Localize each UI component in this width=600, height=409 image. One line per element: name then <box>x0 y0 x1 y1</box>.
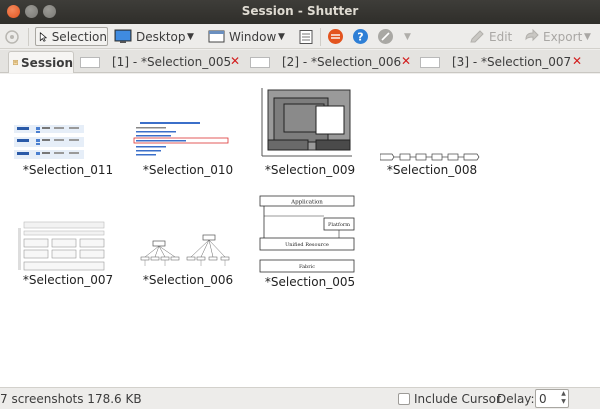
thumbnail-caption: *Selection_006 <box>142 273 234 287</box>
export-dropdown[interactable]: ▼ <box>584 27 591 46</box>
help-icon: ? <box>353 29 368 44</box>
session-icon <box>13 59 18 66</box>
window-icon <box>208 30 225 43</box>
menu-icon <box>299 29 313 44</box>
tab-thumbnail <box>250 56 270 68</box>
tab-selection-005[interactable]: [1] - *Selection_005 <box>80 51 231 73</box>
chevron-down-icon: ▼ <box>187 31 194 42</box>
include-cursor-label: Include Cursor <box>414 392 501 406</box>
window-dropdown[interactable]: ▼ <box>278 27 285 46</box>
chevron-down-icon: ▼ <box>404 31 411 42</box>
desktop-dropdown[interactable]: ▼ <box>187 27 194 46</box>
window-capture-button[interactable]: Window <box>208 27 276 46</box>
thumbnail-caption: *Selection_010 <box>142 163 234 177</box>
menu-capture-button[interactable] <box>298 27 314 46</box>
edit-label: Edit <box>489 29 513 44</box>
chevron-down-icon: ▼ <box>584 31 591 42</box>
monitor-icon <box>114 29 132 43</box>
toolbar-separator <box>28 28 29 46</box>
status-bar: 7 screenshots 178.6 KB Include Cursor De… <box>0 387 600 409</box>
selection-button[interactable]: Selection <box>35 27 108 46</box>
thumbnail-caption: *Selection_007 <box>22 273 114 287</box>
screenshot-thumbnail <box>135 233 235 271</box>
spin-arrows-icon[interactable]: ▲ ▼ <box>559 390 568 407</box>
thumbnail-item[interactable]: *Selection_009 <box>250 84 370 184</box>
status-summary: 7 screenshots 178.6 KB <box>0 392 142 406</box>
thumbnail-caption: *Selection_011 <box>22 163 114 177</box>
target-icon <box>5 29 19 44</box>
main-toolbar: Selection Desktop ▼ Window ▼ ? ▼ Edit Ex… <box>0 24 600 49</box>
toolbar-separator <box>320 28 321 46</box>
screenshot-thumbnail <box>258 84 354 160</box>
tab-close-icon[interactable]: ✕ <box>230 54 240 68</box>
thumbnail-caption: *Selection_009 <box>264 163 356 177</box>
desktop-button[interactable]: Desktop <box>114 27 186 46</box>
thumbnail-item[interactable]: *Selection_007 <box>8 220 128 290</box>
thumbnail-caption: *Selection_005 <box>264 275 356 289</box>
export-label: Export <box>543 29 583 44</box>
include-cursor-checkbox[interactable] <box>398 393 410 405</box>
pen-icon <box>378 29 393 44</box>
svg-text:?: ? <box>357 31 363 44</box>
export-icon <box>525 28 539 41</box>
thumb-unified-text: Unified Resource <box>285 242 329 248</box>
tab-close-icon[interactable]: ✕ <box>401 54 411 68</box>
tab-bar: Session [1] - *Selection_005 ✕ [2] - *Se… <box>0 50 600 73</box>
tab-selection-007[interactable]: [3] - *Selection_007 <box>420 51 571 73</box>
web-capture-button[interactable] <box>327 27 344 46</box>
edit-icon <box>470 29 484 42</box>
thumbnail-item[interactable]: *Selection_011 <box>8 120 128 182</box>
desktop-label: Desktop <box>136 29 186 44</box>
tab-thumbnail <box>420 56 440 68</box>
edit-button[interactable]: Edit <box>469 27 512 46</box>
tab-close-icon[interactable]: ✕ <box>572 54 582 68</box>
thumb-application-text: Application <box>290 200 323 206</box>
tab-label: [1] - *Selection_005 <box>112 55 232 69</box>
screenshot-thumbnail <box>16 220 112 274</box>
delay-label: Delay: <box>497 392 535 406</box>
cursor-arrow-icon <box>39 31 47 42</box>
screenshot-thumbnail <box>132 120 232 160</box>
thumbnail-item[interactable]: *Selection_008 <box>372 120 492 182</box>
chevron-down-icon: ▼ <box>278 31 285 42</box>
title-bar: Session - Shutter <box>0 0 600 24</box>
web-icon <box>328 29 343 44</box>
delay-spinbox[interactable]: ▲▼ <box>535 389 569 408</box>
tab-session[interactable]: Session <box>8 51 74 73</box>
thumb-fabric-text: Fabric <box>299 264 315 270</box>
tab-session-label: Session <box>21 55 73 70</box>
redo-capture-button[interactable] <box>4 27 20 46</box>
screenshot-thumbnail <box>380 153 480 161</box>
session-thumbnail-grid: *Selection_011 *Selection_010 *Selection… <box>0 74 600 387</box>
delay-input[interactable] <box>539 392 559 406</box>
tab-thumbnail <box>80 56 100 68</box>
tab-selection-006[interactable]: [2] - *Selection_006 <box>250 51 401 73</box>
thumbnail-item[interactable]: *Selection_006 <box>128 220 248 290</box>
export-button[interactable]: Export <box>523 27 582 46</box>
help-button[interactable]: ? <box>352 27 369 46</box>
thumbnail-caption: *Selection_008 <box>386 163 478 177</box>
screenshot-thumbnail: Application Platform Unified Resource Fa… <box>258 194 356 274</box>
thumb-platform-text: Platform <box>328 222 350 228</box>
screenshot-thumbnail <box>14 125 84 159</box>
tab-label: [2] - *Selection_006 <box>282 55 402 69</box>
window-title: Session - Shutter <box>241 4 359 18</box>
window-label: Window <box>229 29 277 44</box>
tab-label: [3] - *Selection_007 <box>452 55 572 69</box>
thumbnail-item[interactable]: Application Platform Unified Resource Fa… <box>250 192 370 292</box>
selection-label: Selection <box>51 29 107 44</box>
tool-button[interactable] <box>377 27 394 46</box>
tool-dropdown[interactable]: ▼ <box>404 27 411 46</box>
thumbnail-item[interactable]: *Selection_010 <box>128 120 248 182</box>
